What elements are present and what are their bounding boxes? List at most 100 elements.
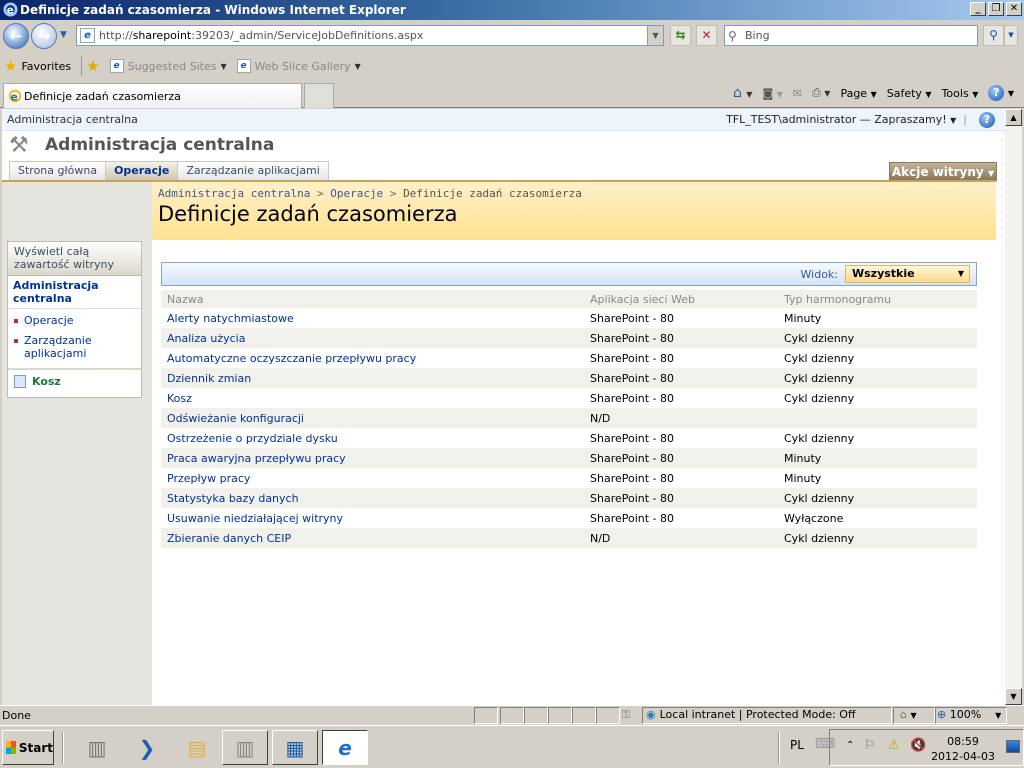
web-application-cell: SharePoint - 80: [584, 488, 778, 508]
breadcrumb-link[interactable]: Operacje: [330, 187, 383, 200]
favorites-star-icon: ★: [4, 57, 18, 75]
search-input[interactable]: ⚲ Bing: [724, 25, 978, 46]
help-icon[interactable]: ? ▼: [988, 85, 1014, 101]
site-link[interactable]: Administracja centralna: [7, 113, 138, 126]
safety-menu[interactable]: Safety ▼: [887, 87, 932, 100]
web-application-cell: SharePoint - 80: [584, 368, 778, 388]
quick-launch-item-operations[interactable]: Operacje: [8, 312, 141, 329]
clock[interactable]: 08:59 2012-04-03: [931, 734, 995, 764]
internet-explorer-taskbar-button[interactable]: e: [322, 730, 368, 765]
quick-launch-item-application-management[interactable]: Zarządzanie aplikacjami: [8, 332, 141, 362]
language-indicator[interactable]: PL: [790, 738, 804, 752]
browser-tab-active[interactable]: e Definicje zadań czasomierza: [3, 83, 302, 108]
refresh-button[interactable]: ⇆: [670, 25, 691, 46]
separator: [81, 56, 83, 76]
site-header: ⚒ Administracja centralna: [2, 131, 1005, 161]
close-button[interactable]: ✕: [1006, 2, 1022, 16]
quick-launch-heading[interactable]: Administracja centralna: [8, 276, 141, 309]
ie-page-icon: e: [236, 59, 251, 73]
address-bar[interactable]: e http://sharepoint:39203/_admin/Service…: [76, 25, 664, 46]
job-name-link[interactable]: Przepływ pracy: [161, 468, 584, 488]
job-name-link[interactable]: Statystyka bazy danych: [161, 488, 584, 508]
network-tool-icon[interactable]: ▦: [272, 730, 318, 765]
schedule-type-cell: Minuty: [784, 471, 822, 485]
admin-tools-icon[interactable]: ▥: [222, 730, 268, 765]
print-icon[interactable]: ⎙ ▼: [812, 86, 830, 100]
table-row: Automatyczne oczyszczanie przepływu prac…: [161, 348, 977, 368]
minimize-button[interactable]: _: [970, 2, 986, 16]
job-name-link[interactable]: Kosz: [161, 388, 584, 408]
column-header-schedule-type[interactable]: Typ harmonogramu: [778, 290, 977, 308]
search-button[interactable]: ⚲: [983, 25, 1004, 46]
forward-button[interactable]: →: [31, 23, 57, 49]
show-hidden-icons-button[interactable]: ⌃: [846, 740, 854, 751]
new-tab-button[interactable]: [304, 83, 334, 108]
web-application-cell: SharePoint - 80: [584, 328, 778, 348]
network-warning-icon[interactable]: ⚠: [888, 738, 900, 753]
taskbar: Start ▥ ❯ ▤ ▥ ▦ e PL ⌨ ⌃ ⚐ ⚠ 🔇 08:59 201…: [0, 725, 1024, 768]
scroll-down-button[interactable]: ▼: [1005, 688, 1022, 705]
restore-button[interactable]: ❐: [988, 2, 1004, 16]
server-manager-icon[interactable]: ▥: [74, 730, 120, 765]
help-icon[interactable]: ?: [979, 112, 995, 128]
back-button[interactable]: ←: [3, 23, 29, 49]
tab-bar: e Definicje zadań czasomierza ⌂ ▼ ◙ ▼ ✉ …: [0, 80, 1024, 108]
view-select[interactable]: Wszystkie ▼: [845, 265, 970, 283]
table-row: Statystyka bazy danych SharePoint - 80 Cyk…: [161, 488, 977, 508]
job-name-link[interactable]: Odświeżanie konfiguracji: [161, 408, 584, 428]
popup-blocker-button[interactable]: ⌂ ▼: [893, 707, 935, 724]
schedule-type-cell: Cykl dzienny: [784, 391, 855, 405]
home-icon[interactable]: ⌂ ▼: [733, 85, 753, 101]
suggested-sites-link[interactable]: e Suggested Sites ▼: [109, 59, 227, 73]
address-dropdown[interactable]: ▼: [647, 26, 663, 45]
start-button[interactable]: Start: [2, 730, 54, 765]
table-row: Analiza użycia SharePoint - 80 Cykl dzienn…: [161, 328, 977, 348]
job-name-link[interactable]: Zbieranie danych CEIP: [161, 528, 584, 548]
tab-application-management[interactable]: Zarządzanie aplikacjami: [177, 161, 329, 180]
stop-button[interactable]: ✕: [696, 25, 717, 46]
recycle-bin-link[interactable]: Kosz: [8, 368, 141, 393]
tools-menu[interactable]: Tools ▼: [942, 87, 979, 100]
command-bar: ⌂ ▼ ◙ ▼ ✉ ⎙ ▼ Page ▼ Safety ▼ Tools ▼ ? …: [733, 85, 1014, 101]
tab-home[interactable]: Strona główna: [9, 161, 107, 180]
window-title: Definicje zadań czasomierza - Windows In…: [20, 3, 406, 17]
vertical-scrollbar[interactable]: ▲ ▼: [1005, 109, 1022, 705]
job-name-link[interactable]: Ostrzeżenie o przydziale dysku: [161, 428, 584, 448]
system-tray: ⌃ ⚐ ⚠ 🔇 08:59 2012-04-03: [829, 729, 1024, 766]
windows-logo-icon: [6, 741, 16, 754]
ie-logo-icon: e: [3, 2, 18, 17]
explorer-folder-icon[interactable]: ▤: [174, 730, 220, 765]
zoom-level[interactable]: ⊕ 100% ▼: [937, 708, 1001, 721]
tab-operations[interactable]: Operacje: [105, 161, 179, 180]
job-name-link[interactable]: Automatyczne oczyszczanie przepływu prac…: [161, 348, 584, 368]
web-slice-gallery-link[interactable]: e Web Slice Gallery ▼: [236, 59, 361, 73]
column-header-name[interactable]: Nazwa: [161, 290, 584, 308]
column-header-web-app[interactable]: Aplikacja sieci Web: [584, 290, 778, 308]
powershell-icon[interactable]: ❯: [124, 730, 170, 765]
search-options-dropdown[interactable]: ▼: [1004, 25, 1018, 46]
svg-text:e: e: [11, 91, 18, 103]
breadcrumb-link[interactable]: Administracja centralna: [158, 187, 310, 200]
security-zone[interactable]: ◉ Local intranet | Protected Mode: Off: [646, 708, 856, 721]
site-actions-menu[interactable]: Akcje witryny ▼: [889, 162, 997, 181]
job-name-link[interactable]: Usuwanie niedziałającej witryny: [161, 508, 584, 528]
read-mail-icon[interactable]: ✉: [793, 87, 802, 100]
add-to-favorites-icon[interactable]: ★: [86, 57, 99, 75]
job-name-link[interactable]: Analiza użycia: [161, 328, 584, 348]
job-name-link[interactable]: Dziennik zmian: [161, 368, 584, 388]
view-all-site-content-link[interactable]: Wyświetl całą zawartość witryny: [8, 242, 141, 276]
volume-muted-icon[interactable]: 🔇: [910, 738, 926, 753]
scroll-up-button[interactable]: ▲: [1005, 109, 1022, 126]
site-title: Administracja centralna: [45, 135, 275, 155]
job-name-link[interactable]: Alerty natychmiastowe: [161, 308, 584, 328]
web-application-cell: SharePoint - 80: [590, 511, 675, 525]
schedule-type-cell: Cykl dzienny: [778, 488, 977, 508]
user-menu[interactable]: TFL_TEST\administrator — Zapraszamy! ▼ |: [726, 109, 967, 132]
page-menu[interactable]: Page ▼: [840, 87, 876, 100]
show-desktop-button[interactable]: [1006, 740, 1020, 753]
favorites-button[interactable]: Favorites: [21, 60, 71, 73]
job-name-link[interactable]: Praca awaryjna przepływu pracy: [161, 448, 584, 468]
feeds-icon[interactable]: ◙ ▼: [762, 87, 782, 100]
action-center-flag-icon[interactable]: ⚐: [864, 738, 876, 753]
recent-pages-dropdown[interactable]: ▼: [60, 30, 67, 40]
